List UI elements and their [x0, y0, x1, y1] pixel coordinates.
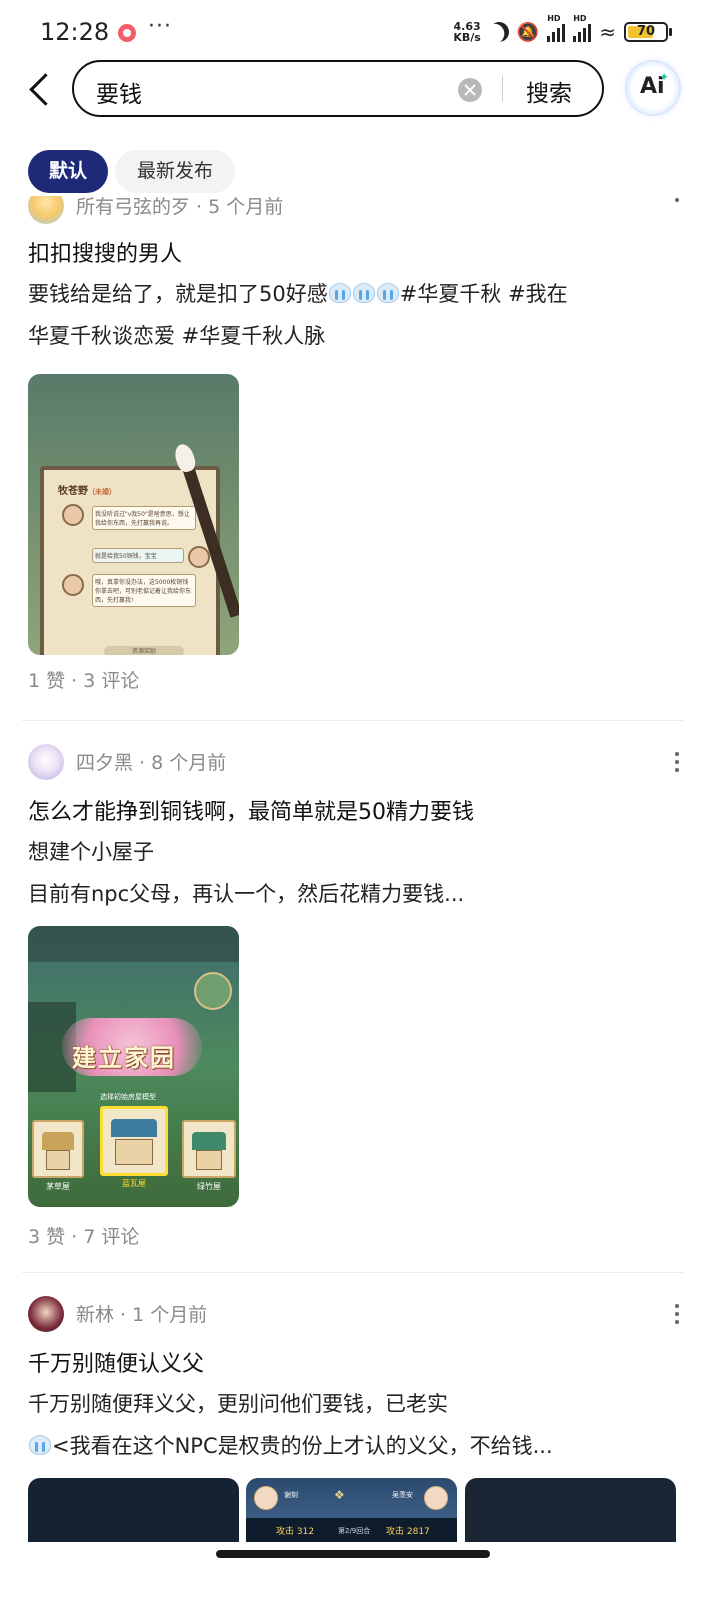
author-line[interactable]: 所有弓弦的歹 · 5 个月前 — [76, 196, 283, 219]
npc-name-text: 牧苍野 — [58, 486, 88, 497]
network-speed: 4.63 KB/s — [453, 21, 480, 43]
clear-icon[interactable] — [458, 78, 482, 102]
author-line[interactable]: 四夕黑 · 8 个月前 — [76, 748, 226, 775]
crying-emoji-icon — [328, 283, 351, 303]
dialogue-bubble: 就是给我50铜钱，宝宝 — [92, 548, 184, 563]
banner-title: 建立家园 — [72, 1044, 176, 1072]
author-line[interactable]: 新林 · 1 个月前 — [76, 1300, 207, 1327]
post-tags[interactable]: #华夏千秋 #我在 — [400, 282, 568, 306]
reward-button: 资源奖励 — [104, 646, 184, 655]
post-body-text: <我看在这个NPC是权贵的份上才认的义父，不给钱... — [52, 1434, 553, 1458]
post-header: 新林 · 1 个月前 — [28, 1296, 688, 1336]
search-divider — [502, 76, 503, 102]
results-feed[interactable]: 所有弓弦的歹 · 5 个月前 扣扣搜搜的男人 要钱给是给了，就是扣了50好感 #华… — [0, 196, 720, 1542]
left-score: 攻击 312 — [276, 1527, 315, 1537]
battery-level: 70 — [636, 24, 656, 39]
more-options-icon[interactable] — [674, 1304, 680, 1328]
player-portrait — [188, 546, 210, 568]
tab-default[interactable]: 默认 — [28, 150, 108, 193]
divider — [22, 1272, 684, 1273]
round-indicator: 第2/9回合 — [338, 1527, 371, 1535]
wifi-icon: ≈ — [599, 20, 616, 44]
post-stats[interactable]: 1 赞 · 3 评论 — [28, 666, 139, 693]
avatar[interactable] — [28, 744, 64, 780]
search-box[interactable]: 要钱 搜索 — [72, 60, 604, 117]
banner-subtitle: 选择初始房屋模型 — [100, 1093, 156, 1101]
post-body-line[interactable]: 目前有npc父母，再认一个，然后花精力要钱... — [28, 878, 464, 908]
signal-icon-1: HD — [547, 14, 566, 42]
right-score: 攻击 2817 — [386, 1527, 430, 1537]
house-card-blue-tile: 蓝瓦屋 — [100, 1106, 168, 1188]
signal-hd-label-2: HD — [573, 14, 587, 23]
house-card-label: 茅草屋 — [46, 1182, 70, 1191]
network-speed-unit: KB/s — [453, 31, 481, 44]
reward-button-label: 资源奖励 — [131, 648, 156, 655]
post-image[interactable] — [465, 1478, 676, 1542]
left-character-name: 谢刻 — [284, 1491, 298, 1499]
post-title[interactable]: 怎么才能挣到铜钱啊，最简单就是50精力要钱 — [28, 794, 474, 826]
post-image[interactable]: 谢刻 ❖ 吴羡安 攻击 312 第2/9回合 攻击 2817 — [246, 1478, 457, 1542]
post-image-row: 谢刻 ❖ 吴羡安 攻击 312 第2/9回合 攻击 2817 — [0, 1478, 720, 1542]
signal-icon-2: HD — [573, 14, 592, 42]
post-image[interactable]: 牧苍野（未婚） 我没听说过"v我50"是啥意思，想让我给你东西，先打赢我再说。 … — [28, 374, 239, 655]
crying-emoji-icon — [352, 283, 375, 303]
status-time: 12:28 — [40, 18, 110, 46]
tab-latest[interactable]: 最新发布 — [115, 150, 235, 193]
dialogue-bubble: 我没听说过"v我50"是啥意思，想让我给你东西，先打赢我再说。 — [92, 506, 196, 530]
right-character-name: 吴羡安 — [392, 1491, 413, 1499]
post-body-text: 要钱给是给了，就是扣了50好感 — [28, 282, 328, 306]
mute-icon: 🔕 — [516, 21, 540, 43]
post-image[interactable]: 建立家园 选择初始房屋模型 茅草屋 蓝瓦屋 绿竹屋 — [28, 926, 239, 1207]
post-body-line[interactable]: <我看在这个NPC是权贵的份上才认的义父，不给钱... — [28, 1430, 553, 1460]
notification-app-icon — [118, 24, 136, 42]
post-image[interactable] — [28, 1478, 239, 1542]
post-body-line[interactable]: 华夏千秋谈恋爱 #华夏千秋人脉 — [28, 320, 325, 350]
dialogue-bubble: 哦，真拿你没办法，这5000枚铜钱你拿去吧，可别老惦记着让我给你东西，先打赢我! — [92, 574, 196, 607]
npc-name-tag: （未婚） — [88, 488, 116, 496]
game-top-bar — [28, 926, 239, 962]
crying-emoji-icon — [29, 1435, 51, 1455]
crying-emoji-icon — [376, 283, 399, 303]
house-card-bamboo: 绿竹屋 — [182, 1120, 236, 1191]
more-options-icon[interactable] — [674, 752, 680, 776]
house-card-thatch: 茅草屋 — [32, 1120, 84, 1191]
post-title[interactable]: 千万别随便认义父 — [28, 1346, 204, 1378]
post-body-line[interactable]: 千万别随便拜义父，更别问他们要钱，已老实 — [28, 1388, 448, 1418]
npc-portrait — [62, 504, 84, 526]
character-portrait — [424, 1486, 448, 1510]
post-body-line[interactable]: 想建个小屋子 — [28, 836, 154, 866]
post-title[interactable]: 扣扣搜搜的男人 — [28, 236, 182, 268]
post-header: 所有弓弦的歹 · 5 个月前 — [28, 196, 688, 228]
avatar[interactable] — [28, 196, 64, 224]
more-options-icon[interactable] — [674, 196, 680, 216]
more-notifications-icon: ··· — [148, 14, 172, 39]
game-logo: ❖ — [334, 1488, 345, 1502]
search-button[interactable]: 搜索 — [526, 74, 572, 108]
house-card-label: 蓝瓦屋 — [122, 1179, 146, 1188]
post-header: 四夕黑 · 8 个月前 — [28, 744, 688, 784]
house-card-label: 绿竹屋 — [197, 1182, 221, 1191]
status-bar: 12:28 ··· 4.63 KB/s 🔕 HD HD ≈ 70 — [0, 0, 720, 62]
home-indicator[interactable] — [216, 1550, 490, 1558]
do-not-disturb-icon — [486, 19, 512, 45]
avatar[interactable] — [28, 1296, 64, 1332]
search-input[interactable]: 要钱 — [96, 75, 142, 109]
game-time-dial — [194, 972, 232, 1010]
signal-hd-label: HD — [547, 14, 561, 23]
divider — [22, 720, 684, 721]
npc-portrait — [62, 574, 84, 596]
sparkle-icon: ✦ — [658, 70, 669, 84]
character-portrait — [254, 1486, 278, 1510]
ai-assistant-button[interactable]: Ai ✦ — [627, 62, 679, 114]
npc-name: 牧苍野（未婚） — [58, 482, 116, 497]
post-body-line[interactable]: 要钱给是给了，就是扣了50好感 #华夏千秋 #我在 — [28, 278, 568, 308]
back-button[interactable] — [22, 70, 62, 110]
status-icons: 4.63 KB/s 🔕 HD HD ≈ 70 — [453, 14, 672, 45]
battery-icon: 70 — [624, 22, 672, 42]
post-stats[interactable]: 3 赞 · 7 评论 — [28, 1222, 139, 1249]
